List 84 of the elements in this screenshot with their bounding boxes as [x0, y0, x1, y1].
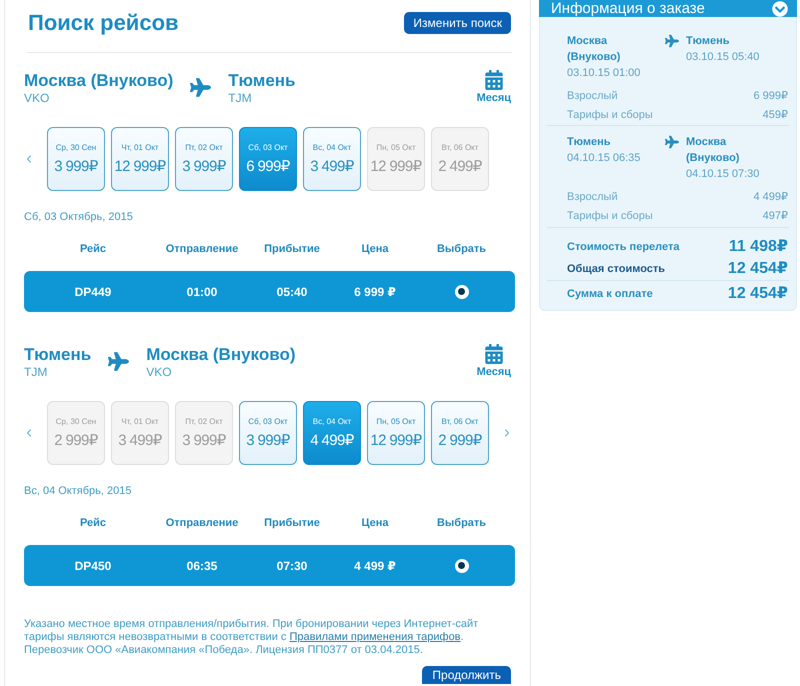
- airplane-icon: [108, 351, 130, 372]
- airplane-icon: [665, 135, 679, 149]
- change-search-button[interactable]: Изменить поиск: [404, 12, 511, 34]
- month-button[interactable]: Месяц: [476, 70, 511, 105]
- column-header: Выбрать: [436, 516, 486, 530]
- flight-number: DP450: [74, 558, 112, 572]
- destination-city: Москва (Внуково): [146, 344, 296, 366]
- column-header: Цена: [361, 516, 389, 530]
- page-title: Поиск рейсов: [28, 8, 179, 36]
- fare-rules-link[interactable]: Правилами применения тарифов: [289, 631, 461, 643]
- airplane-icon: [665, 34, 679, 48]
- radio-button[interactable]: [454, 558, 468, 572]
- departure-time: 01:00: [186, 284, 218, 298]
- arrival-time: 05:40: [276, 284, 308, 298]
- origin-code: VKO: [24, 92, 50, 105]
- month-button[interactable]: Месяц: [476, 344, 511, 379]
- arrival-datetime: 04.10.15 07:30: [686, 167, 760, 182]
- column-header: Выбрать: [436, 242, 486, 256]
- flight-row[interactable]: DP450 06:35 07:30 4 499 ₽: [24, 545, 515, 586]
- date-card[interactable]: Ср, 30 Сен 3 999₽: [47, 127, 105, 191]
- destination-code: VKO: [146, 366, 173, 379]
- fare-amount: 459₽: [762, 108, 788, 123]
- segment-destination: Москва (Внуково): [686, 135, 740, 166]
- fare-label: Тарифы и сборы: [567, 209, 653, 224]
- date-card[interactable]: Сб, 03 Окт 3 999₽: [239, 401, 297, 465]
- fare-amount: 4 499₽: [753, 190, 788, 205]
- calendar-icon: [484, 344, 503, 364]
- airplane-icon: [190, 77, 212, 98]
- fare-amount: 497₽: [762, 209, 788, 224]
- column-header: Рейс: [80, 242, 106, 256]
- notice-text: Указано местное время отправления/прибытия. При бронировании через Интернет-сайт тарифы являются невозвратными в соответствии с Правилами применения тарифов. Перевозчик ООО «Авиакомпания «Победа». Лицензия ПП0377 от 03.04.2015.: [24, 618, 480, 657]
- date-card[interactable]: Чт, 01 Окт 3 499₽: [111, 401, 169, 465]
- column-header: Рейс: [80, 516, 106, 530]
- date-card[interactable]: Вс, 04 Окт 4 499₽: [303, 401, 361, 465]
- order-info-header[interactable]: Информация о заказе: [539, 0, 797, 17]
- radio-button[interactable]: [454, 284, 468, 298]
- departure-time: 06:35: [186, 558, 218, 572]
- fare-label: Тарифы и сборы: [567, 108, 653, 123]
- column-header: Прибытие: [264, 516, 320, 530]
- column-header: Отправление: [166, 516, 238, 530]
- segment-destination: Тюмень: [686, 34, 730, 49]
- fare-label: Взрослый: [567, 89, 618, 104]
- flight-price: 6 999 ₽: [354, 284, 396, 298]
- total-label: Общая стоимость: [567, 262, 666, 276]
- chevron-down-icon[interactable]: [772, 0, 788, 16]
- destination-city: Тюмень: [228, 70, 296, 92]
- date-card[interactable]: Вс, 04 Окт 3 499₽: [303, 127, 361, 191]
- fare-amount: 6 999₽: [753, 89, 788, 104]
- total-amount: 12 454₽: [728, 260, 788, 278]
- panel-title: Информация о заказе: [551, 0, 705, 17]
- departure-datetime: 04.10.15 06:35: [567, 151, 642, 166]
- flight-price: 4 499 ₽: [354, 558, 396, 572]
- continue-button[interactable]: Продолжить: [422, 666, 511, 684]
- date-card[interactable]: Пн, 05 Окт 12 999₽: [367, 401, 425, 465]
- arrival-time: 07:30: [276, 558, 308, 572]
- destination-code: TJM: [228, 92, 253, 105]
- selected-date: Вс, 04 Октябрь, 2015: [24, 484, 132, 498]
- date-card[interactable]: Ср, 30 Сен 2 999₽: [47, 401, 105, 465]
- origin-city: Москва (Внуково): [24, 70, 174, 92]
- total-amount: 12 454₽: [728, 285, 788, 303]
- origin-city: Тюмень: [24, 344, 92, 366]
- column-header: Прибытие: [264, 242, 320, 256]
- origin-code: TJM: [24, 366, 48, 379]
- date-card[interactable]: Чт, 01 Окт 12 999₽: [111, 127, 169, 191]
- date-card[interactable]: Пн, 05 Окт 12 999₽: [367, 127, 425, 191]
- flight-number: DP449: [74, 284, 112, 298]
- segment-origin: Москва (Внуково): [567, 34, 622, 65]
- segment-origin: Тюмень: [567, 135, 612, 150]
- total-amount: 11 498₽: [728, 238, 788, 256]
- selected-date: Сб, 03 Октябрь, 2015: [24, 210, 134, 224]
- column-header: Отправление: [166, 242, 238, 256]
- arrival-datetime: 03.10.15 05:40: [686, 50, 760, 65]
- flight-row[interactable]: DP449 01:00 05:40 6 999 ₽: [24, 271, 515, 312]
- date-card[interactable]: Сб, 03 Окт 6 999₽: [239, 127, 297, 191]
- calendar-icon: [484, 70, 503, 90]
- date-card[interactable]: Пт, 02 Окт 3 999₽: [175, 401, 233, 465]
- date-card[interactable]: Вт, 06 Окт 2 499₽: [431, 127, 489, 191]
- fare-label: Взрослый: [567, 190, 618, 205]
- departure-datetime: 03.10.15 01:00: [567, 66, 642, 81]
- total-label: Сумма к оплате: [567, 287, 653, 301]
- column-header: Цена: [361, 242, 389, 256]
- date-card[interactable]: Вт, 06 Окт 2 999₽: [431, 401, 489, 465]
- date-card[interactable]: Пт, 02 Окт 3 999₽: [175, 127, 233, 191]
- total-label: Стоимость перелета: [567, 240, 680, 254]
